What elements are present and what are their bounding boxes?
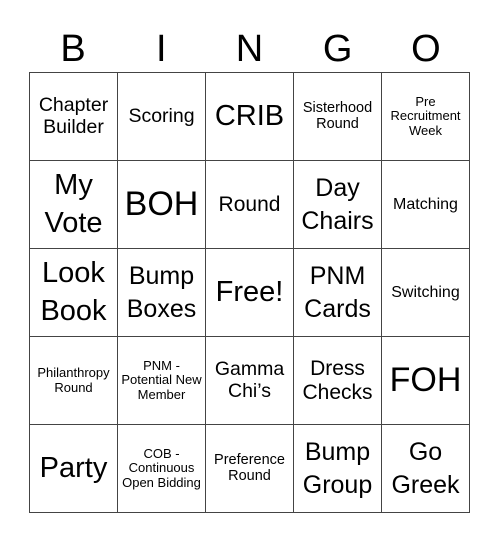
bingo-cell-label: PNM Cards	[304, 262, 371, 323]
bingo-cell-label: Day Chairs	[301, 174, 374, 235]
bingo-cell-label: Preference Round	[214, 451, 285, 484]
bingo-cell[interactable]: Chapter Builder	[29, 72, 118, 161]
board-row: Philanthropy Round PNM - Potential New Me…	[29, 336, 470, 425]
bingo-cell[interactable]: Dress Checks	[293, 336, 382, 425]
bingo-cell[interactable]: PNM - Potential New Member	[117, 336, 206, 425]
bingo-cell-label: Gamma Chi’s	[214, 358, 285, 402]
bingo-cell[interactable]: Free!	[205, 248, 294, 337]
bingo-cell[interactable]: Round	[205, 160, 294, 249]
bingo-board: Chapter Builder Scoring CRIB Sisterhood Rou…	[29, 72, 470, 513]
bingo-cell-label: Round	[218, 192, 281, 216]
bingo-cell[interactable]: Party	[29, 424, 118, 513]
board-row: Chapter Builder Scoring CRIB Sisterhood Rou…	[29, 72, 470, 161]
bingo-cell[interactable]: Philanthropy Round	[29, 336, 118, 425]
bingo-cell[interactable]: Sisterhood Round	[293, 72, 382, 161]
bingo-cell-label: Bump Group	[302, 438, 373, 499]
bingo-cell[interactable]: Day Chairs	[293, 160, 382, 249]
bingo-cell[interactable]: Scoring	[117, 72, 206, 161]
bingo-cell[interactable]: PNM Cards	[293, 248, 382, 337]
bingo-cell-label: Sisterhood Round	[302, 99, 373, 132]
board-row: Look Book Bump Boxes Free! PNM Cards Switchi…	[29, 248, 470, 337]
bingo-cell-label: My Vote	[44, 168, 103, 239]
bingo-cell[interactable]: Bump Boxes	[117, 248, 206, 337]
board-row: My Vote BOH Round Day Chairs Matching	[29, 160, 470, 249]
bingo-cell-label: Scoring	[128, 104, 195, 127]
bingo-cell-label: Pre Recruitment Week	[390, 94, 461, 138]
board-row: Party COB - Continuous Open Bidding Prefer…	[29, 424, 470, 513]
bingo-cell[interactable]: Look Book	[29, 248, 118, 337]
header-letter-n: N	[235, 28, 264, 70]
bingo-cell-label: Look Book	[40, 256, 107, 327]
bingo-cell-label: PNM - Potential New Member	[121, 358, 202, 402]
bingo-cell-label: CRIB	[214, 99, 285, 132]
bingo-cell-label: BOH	[124, 184, 199, 223]
bingo-cell-label: FOH	[389, 360, 462, 399]
bingo-cell-label: Dress Checks	[302, 357, 373, 404]
bingo-cell-label: Go Greek	[391, 438, 460, 499]
bingo-cell-label: Party	[39, 451, 108, 484]
bingo-cell[interactable]: Matching	[381, 160, 470, 249]
bingo-cell[interactable]: COB - Continuous Open Bidding	[117, 424, 206, 513]
bingo-cell[interactable]: Go Greek	[381, 424, 470, 513]
bingo-cell-label: Bump Boxes	[126, 262, 197, 323]
bingo-cell-label: Matching	[393, 195, 458, 213]
bingo-cell[interactable]: My Vote	[29, 160, 118, 249]
bingo-cell[interactable]: Bump Group	[293, 424, 382, 513]
bingo-cell[interactable]: Switching	[381, 248, 470, 337]
bingo-cell[interactable]: CRIB	[205, 72, 294, 161]
header-letter-b: B	[60, 28, 86, 70]
header-letter-i: I	[156, 28, 167, 70]
bingo-cell[interactable]: FOH	[381, 336, 470, 425]
bingo-cell[interactable]: BOH	[117, 160, 206, 249]
bingo-cell-label: Philanthropy Round	[37, 365, 110, 395]
bingo-cell[interactable]: Preference Round	[205, 424, 294, 513]
bingo-cell-label: COB - Continuous Open Bidding	[122, 446, 201, 490]
bingo-cell-label: Switching	[391, 283, 460, 301]
header-letter-g: G	[322, 28, 353, 70]
bingo-header: B I N G O	[29, 26, 470, 72]
bingo-cell[interactable]: Pre Recruitment Week	[381, 72, 470, 161]
header-letter-o: O	[411, 28, 441, 70]
bingo-cell-label: Chapter Builder	[38, 94, 109, 138]
bingo-cell[interactable]: Gamma Chi’s	[205, 336, 294, 425]
bingo-cell-label: Free!	[215, 275, 284, 308]
